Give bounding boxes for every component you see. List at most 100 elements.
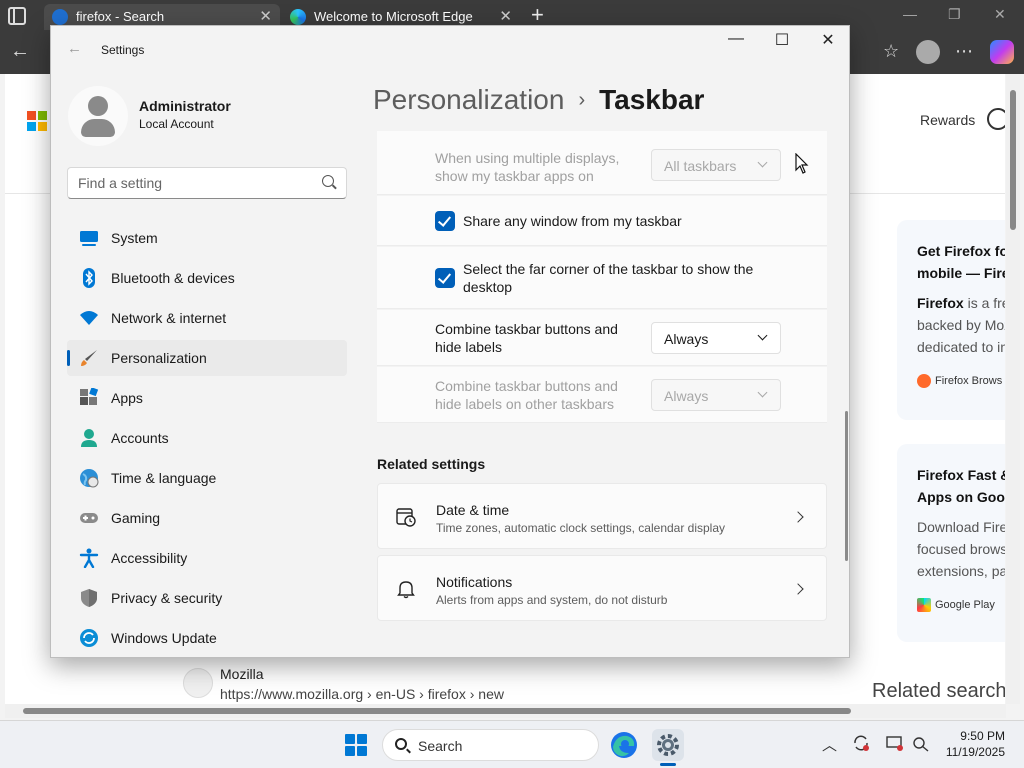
restore-icon[interactable]: ❐	[948, 6, 961, 23]
sidebar-item-gaming[interactable]: Gaming	[67, 500, 347, 536]
link-subtitle: Time zones, automatic clock settings, ca…	[436, 521, 726, 535]
breadcrumb-parent[interactable]: Personalization	[373, 84, 564, 115]
system-clock[interactable]: 9:50 PM 11/19/2025	[935, 728, 1005, 760]
vertical-scrollbar[interactable]	[1006, 74, 1020, 704]
google-play-icon	[917, 598, 931, 612]
more-icon[interactable]: ⋯	[955, 41, 973, 62]
chevron-down-icon	[757, 387, 768, 398]
breadcrumb-separator: ›	[578, 89, 586, 111]
horizontal-scrollbar[interactable]	[5, 704, 1006, 718]
sidebar-item-label: Accessibility	[111, 550, 188, 566]
sidebar-item-personalization[interactable]: Personalization	[67, 340, 347, 376]
brush-icon	[81, 350, 97, 366]
copilot-icon[interactable]	[990, 40, 1014, 64]
edge-favicon-icon	[290, 9, 306, 25]
avatar[interactable]	[68, 86, 128, 146]
sidebar-item-accounts[interactable]: Accounts	[67, 420, 347, 456]
start-button[interactable]	[345, 734, 367, 756]
rewards-link[interactable]: Rewards	[920, 112, 975, 128]
workspaces-icon[interactable]	[8, 7, 26, 25]
maximize-icon[interactable]: ☐	[759, 30, 805, 50]
multi-display-row: When using multiple displays, show my ta…	[377, 131, 827, 195]
close-icon[interactable]: ✕	[805, 30, 849, 50]
accounts-icon	[81, 429, 97, 447]
card-body-line: dedicated to in	[917, 339, 1005, 355]
close-icon[interactable]: ✕	[994, 6, 1006, 23]
row-label-line: hide labels	[435, 339, 502, 355]
result-url[interactable]: https://www.mozilla.org › en-US › firefo…	[220, 686, 504, 702]
edge-taskbar-button[interactable]	[608, 729, 640, 761]
card-title-line: mobile — Firef	[917, 265, 1005, 281]
result-card[interactable]: Firefox Fast & Apps on Goog Download Fir…	[897, 444, 1005, 642]
card-body-line: Download Fire	[917, 519, 1005, 535]
minimize-icon[interactable]: —	[903, 6, 917, 22]
row-label-line: When using multiple displays,	[435, 150, 620, 166]
chevron-down-icon	[757, 330, 768, 341]
sidebar-item-windows-update[interactable]: Windows Update	[67, 620, 347, 656]
rewards-icon[interactable]	[987, 108, 1005, 130]
find-setting-search[interactable]	[67, 167, 347, 199]
minimize-icon[interactable]: —	[713, 30, 759, 48]
back-icon[interactable]: ←	[10, 40, 30, 63]
globe-icon	[80, 469, 99, 488]
sidebar-item-accessibility[interactable]: Accessibility	[67, 540, 347, 576]
result-card[interactable]: Get Firefox for mobile — Firef Firefox i…	[897, 220, 1005, 420]
active-app-indicator	[660, 763, 676, 766]
date-time-link[interactable]: Date & time Time zones, automatic clock …	[377, 483, 827, 549]
sidebar-item-label: Gaming	[111, 510, 161, 526]
card-title-line: Apps on Goog	[917, 489, 1005, 505]
sidebar-item-apps[interactable]: Apps	[67, 380, 347, 416]
card-body-line: Firefox is a fre	[917, 295, 1005, 311]
row-label-line: Combine taskbar buttons and	[435, 378, 618, 394]
sidebar-item-bluetooth[interactable]: Bluetooth & devices	[67, 260, 347, 296]
sidebar-item-label: Personalization	[111, 350, 207, 366]
display-icon[interactable]	[886, 734, 904, 752]
share-window-row: Share any window from my taskbar	[377, 196, 827, 246]
tab-title: firefox - Search	[76, 9, 165, 24]
sidebar-item-time-language[interactable]: Time & language	[67, 460, 347, 496]
settings-scrollbar[interactable]	[845, 411, 848, 561]
sidebar-item-label: Windows Update	[111, 630, 217, 646]
combine-dropdown[interactable]: Always	[651, 322, 781, 354]
settings-taskbar-button[interactable]	[652, 729, 684, 766]
sidebar-item-label: Privacy & security	[111, 590, 223, 606]
account-type: Local Account	[139, 117, 214, 131]
chevron-up-icon[interactable]: ︿	[822, 734, 837, 755]
card-title-line: Firefox Fast &	[917, 467, 1005, 483]
edge-icon	[611, 732, 637, 758]
related-settings-heading: Related settings	[377, 456, 486, 472]
row-label-line: hide labels on other taskbars	[435, 396, 614, 412]
shield-icon	[81, 589, 97, 607]
search-icon[interactable]	[322, 175, 334, 187]
sync-icon[interactable]	[852, 734, 870, 752]
card-body-line: focused brows	[917, 541, 1005, 557]
network-icon[interactable]	[912, 734, 930, 752]
window-title: Settings	[101, 43, 145, 57]
profile-avatar[interactable]	[916, 40, 940, 64]
sidebar-item-network[interactable]: Network & internet	[67, 300, 347, 336]
account-name: Administrator	[139, 98, 231, 114]
share-window-checkbox[interactable]	[435, 211, 455, 231]
clock-time: 9:50 PM	[960, 729, 1005, 743]
search-input[interactable]	[78, 175, 308, 191]
system-icon	[80, 231, 98, 246]
far-corner-row: Select the far corner of the taskbar to …	[377, 247, 827, 309]
sidebar-item-label: Bluetooth & devices	[111, 270, 235, 286]
sidebar-item-privacy-security[interactable]: Privacy & security	[67, 580, 347, 616]
back-arrow-icon[interactable]: ←	[67, 40, 82, 57]
result-title[interactable]: Mozilla	[220, 666, 264, 682]
multi-display-dropdown[interactable]: All taskbars	[651, 149, 781, 181]
row-label-line: Combine taskbar buttons and	[435, 321, 618, 337]
sidebar-item-system[interactable]: System	[67, 220, 347, 256]
taskbar-search[interactable]: Search	[382, 729, 599, 761]
row-label-line: desktop	[463, 279, 513, 295]
favorites-icon[interactable]: ☆	[883, 41, 899, 62]
apps-icon	[80, 388, 99, 405]
link-title: Notifications	[436, 574, 513, 590]
chevron-right-icon	[792, 583, 804, 595]
notifications-link[interactable]: Notifications Alerts from apps and syste…	[377, 555, 827, 621]
accessibility-icon	[79, 548, 99, 568]
far-corner-checkbox[interactable]	[435, 268, 455, 288]
microsoft-logo[interactable]	[27, 111, 47, 131]
combine-other-dropdown[interactable]: Always	[651, 379, 781, 411]
